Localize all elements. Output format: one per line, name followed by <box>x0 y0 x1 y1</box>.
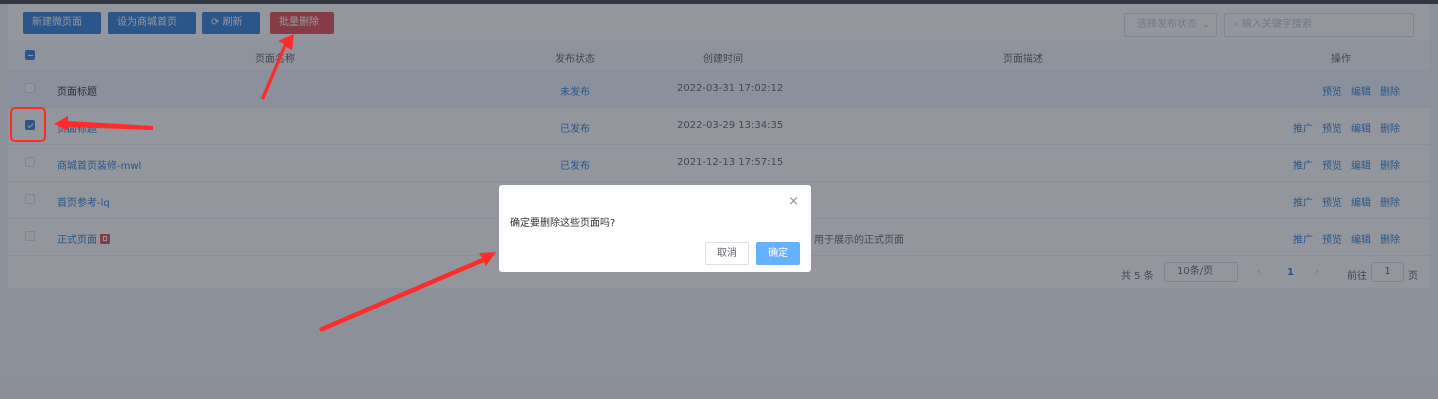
arrow-to-checkbox <box>54 116 153 131</box>
arrow-to-dialog <box>319 252 496 332</box>
highlight-box <box>10 107 46 142</box>
arrow-to-batch-delete <box>261 34 294 100</box>
annotation-layer <box>10 34 496 332</box>
